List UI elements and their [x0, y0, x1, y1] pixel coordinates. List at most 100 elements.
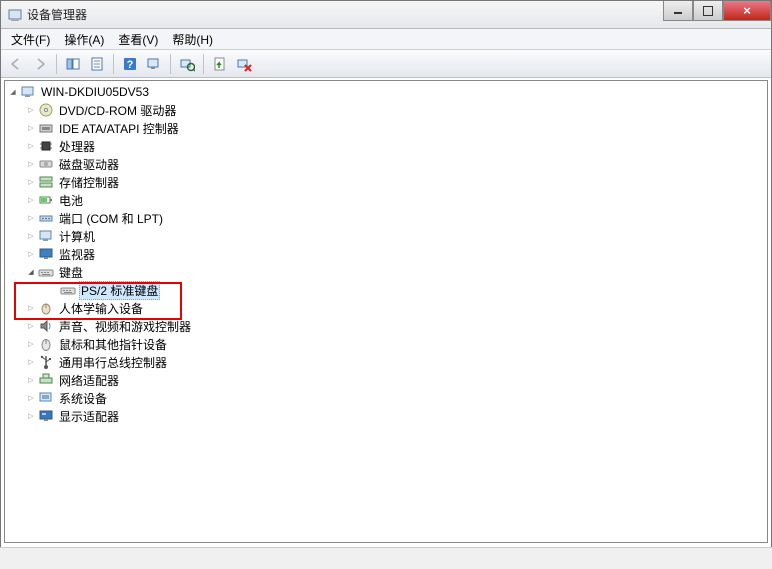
tree-node-storage[interactable]: ▷ 存储控制器 — [5, 173, 767, 191]
menu-view[interactable]: 查看(V) — [112, 29, 164, 50]
tree-node-drive[interactable]: ▷ 磁盘驱动器 — [5, 155, 767, 173]
window-controls: × — [663, 1, 771, 21]
tree-node-sound[interactable]: ▷ 声音、视频和游戏控制器 — [5, 317, 767, 335]
expander-icon[interactable]: ▷ — [25, 194, 37, 206]
expander-icon[interactable]: ▷ — [25, 104, 37, 116]
update-driver-button[interactable] — [209, 53, 231, 75]
app-icon — [7, 7, 23, 23]
separator — [56, 54, 57, 74]
expander-icon[interactable]: ▷ — [25, 374, 37, 386]
tree-leaf-label: PS/2 标准键盘 — [79, 281, 160, 300]
menu-file[interactable]: 文件(F) — [5, 29, 56, 50]
tree-node-usb[interactable]: ▷ 通用串行总线控制器 — [5, 353, 767, 371]
hid-icon — [38, 300, 54, 316]
tree-node-port[interactable]: ▷ 端口 (COM 和 LPT) — [5, 209, 767, 227]
tree-node-label: 磁盘驱动器 — [57, 155, 121, 174]
tree-node-monitor[interactable]: ▷ 监视器 — [5, 245, 767, 263]
tree-node-battery[interactable]: ▷ 电池 — [5, 191, 767, 209]
title-bar: 设备管理器 × — [1, 1, 771, 29]
computer-scan-button[interactable] — [143, 53, 165, 75]
expander-icon[interactable]: ▷ — [25, 392, 37, 404]
tree-node-hid[interactable]: ▷ 人体学输入设备 — [5, 299, 767, 317]
storage-icon — [38, 174, 54, 190]
sound-icon — [38, 318, 54, 334]
tree-node-label: 存储控制器 — [57, 173, 121, 192]
tree-node-label: 网络适配器 — [57, 371, 121, 390]
status-bar — [0, 547, 772, 569]
keyboard-icon — [38, 264, 54, 280]
tree-node-label: 显示适配器 — [57, 407, 121, 426]
tree-node-display[interactable]: ▷ 显示适配器 — [5, 407, 767, 425]
tree-node-label: 监视器 — [57, 245, 97, 264]
tree-root-label: WIN-DKDIU05DV53 — [39, 84, 151, 100]
tree-node-label: 计算机 — [57, 227, 97, 246]
expander-icon[interactable]: ▷ — [25, 302, 37, 314]
svg-text:?: ? — [127, 59, 134, 71]
ide-icon — [38, 120, 54, 136]
expander-icon[interactable]: ▷ — [25, 140, 37, 152]
tree-leaf-keyboard[interactable]: PS/2 标准键盘 — [5, 281, 767, 299]
tree-node-ide[interactable]: ▷ IDE ATA/ATAPI 控制器 — [5, 119, 767, 137]
expander-icon[interactable]: ▷ — [25, 356, 37, 368]
tree-node-computer[interactable]: ▷ 计算机 — [5, 227, 767, 245]
expander-icon[interactable]: ▷ — [25, 338, 37, 350]
tree-node-label: 系统设备 — [57, 389, 109, 408]
tree-node-keyboard[interactable]: ◢ 键盘 — [5, 263, 767, 281]
tree-node-system[interactable]: ▷ 系统设备 — [5, 389, 767, 407]
device-tree[interactable]: ◢ WIN-DKDIU05DV53 ▷ DVD/CD-ROM 驱动器 ▷ IDE… — [4, 80, 768, 543]
tree-node-label: IDE ATA/ATAPI 控制器 — [57, 119, 181, 138]
menu-help[interactable]: 帮助(H) — [166, 29, 219, 50]
expander-icon[interactable]: ◢ — [7, 86, 19, 98]
minimize-button[interactable] — [663, 1, 693, 21]
drive-icon — [38, 156, 54, 172]
forward-button[interactable] — [29, 53, 51, 75]
separator — [170, 54, 171, 74]
tree-node-label: 电池 — [57, 191, 85, 210]
tree-node-disc[interactable]: ▷ DVD/CD-ROM 驱动器 — [5, 101, 767, 119]
uninstall-button[interactable] — [233, 53, 255, 75]
expander-icon[interactable]: ▷ — [25, 158, 37, 170]
tree-node-label: 人体学输入设备 — [57, 299, 145, 318]
tree-node-mouse[interactable]: ▷ 鼠标和其他指针设备 — [5, 335, 767, 353]
expander-icon[interactable]: ◢ — [25, 266, 37, 278]
expander-icon[interactable]: ▷ — [25, 410, 37, 422]
port-icon — [38, 210, 54, 226]
maximize-button[interactable] — [693, 1, 723, 21]
mouse-icon — [38, 336, 54, 352]
back-button[interactable] — [5, 53, 27, 75]
computer-icon — [20, 84, 36, 100]
menu-action[interactable]: 操作(A) — [58, 29, 110, 50]
tree-node-network[interactable]: ▷ 网络适配器 — [5, 371, 767, 389]
toolbar: ? — [1, 50, 771, 78]
usb-icon — [38, 354, 54, 370]
display-icon — [38, 408, 54, 424]
show-hide-tree-button[interactable] — [62, 53, 84, 75]
battery-icon — [38, 192, 54, 208]
tree-line — [49, 284, 59, 296]
tree-root[interactable]: ◢ WIN-DKDIU05DV53 — [5, 83, 767, 101]
close-button[interactable]: × — [723, 1, 771, 21]
expander-icon[interactable]: ▷ — [25, 248, 37, 260]
expander-icon[interactable]: ▷ — [25, 230, 37, 242]
window-title: 设备管理器 — [27, 6, 87, 23]
tree-node-label: 鼠标和其他指针设备 — [57, 335, 169, 354]
scan-hardware-button[interactable] — [176, 53, 198, 75]
tree-node-cpu[interactable]: ▷ 处理器 — [5, 137, 767, 155]
expander-icon[interactable]: ▷ — [25, 212, 37, 224]
menu-bar: 文件(F) 操作(A) 查看(V) 帮助(H) — [1, 29, 771, 50]
tree-node-label: 处理器 — [57, 137, 97, 156]
tree-node-label: 键盘 — [57, 263, 85, 282]
separator — [203, 54, 204, 74]
expander-icon[interactable]: ▷ — [25, 320, 37, 332]
expander-icon[interactable]: ▷ — [25, 122, 37, 134]
properties-button[interactable] — [86, 53, 108, 75]
tree-node-label: 声音、视频和游戏控制器 — [57, 317, 193, 336]
network-icon — [38, 372, 54, 388]
help-button[interactable]: ? — [119, 53, 141, 75]
separator — [113, 54, 114, 74]
disc-icon — [38, 102, 54, 118]
expander-icon[interactable]: ▷ — [25, 176, 37, 188]
cpu-icon — [38, 138, 54, 154]
tree-node-label: 端口 (COM 和 LPT) — [57, 209, 165, 228]
computer-icon — [38, 228, 54, 244]
